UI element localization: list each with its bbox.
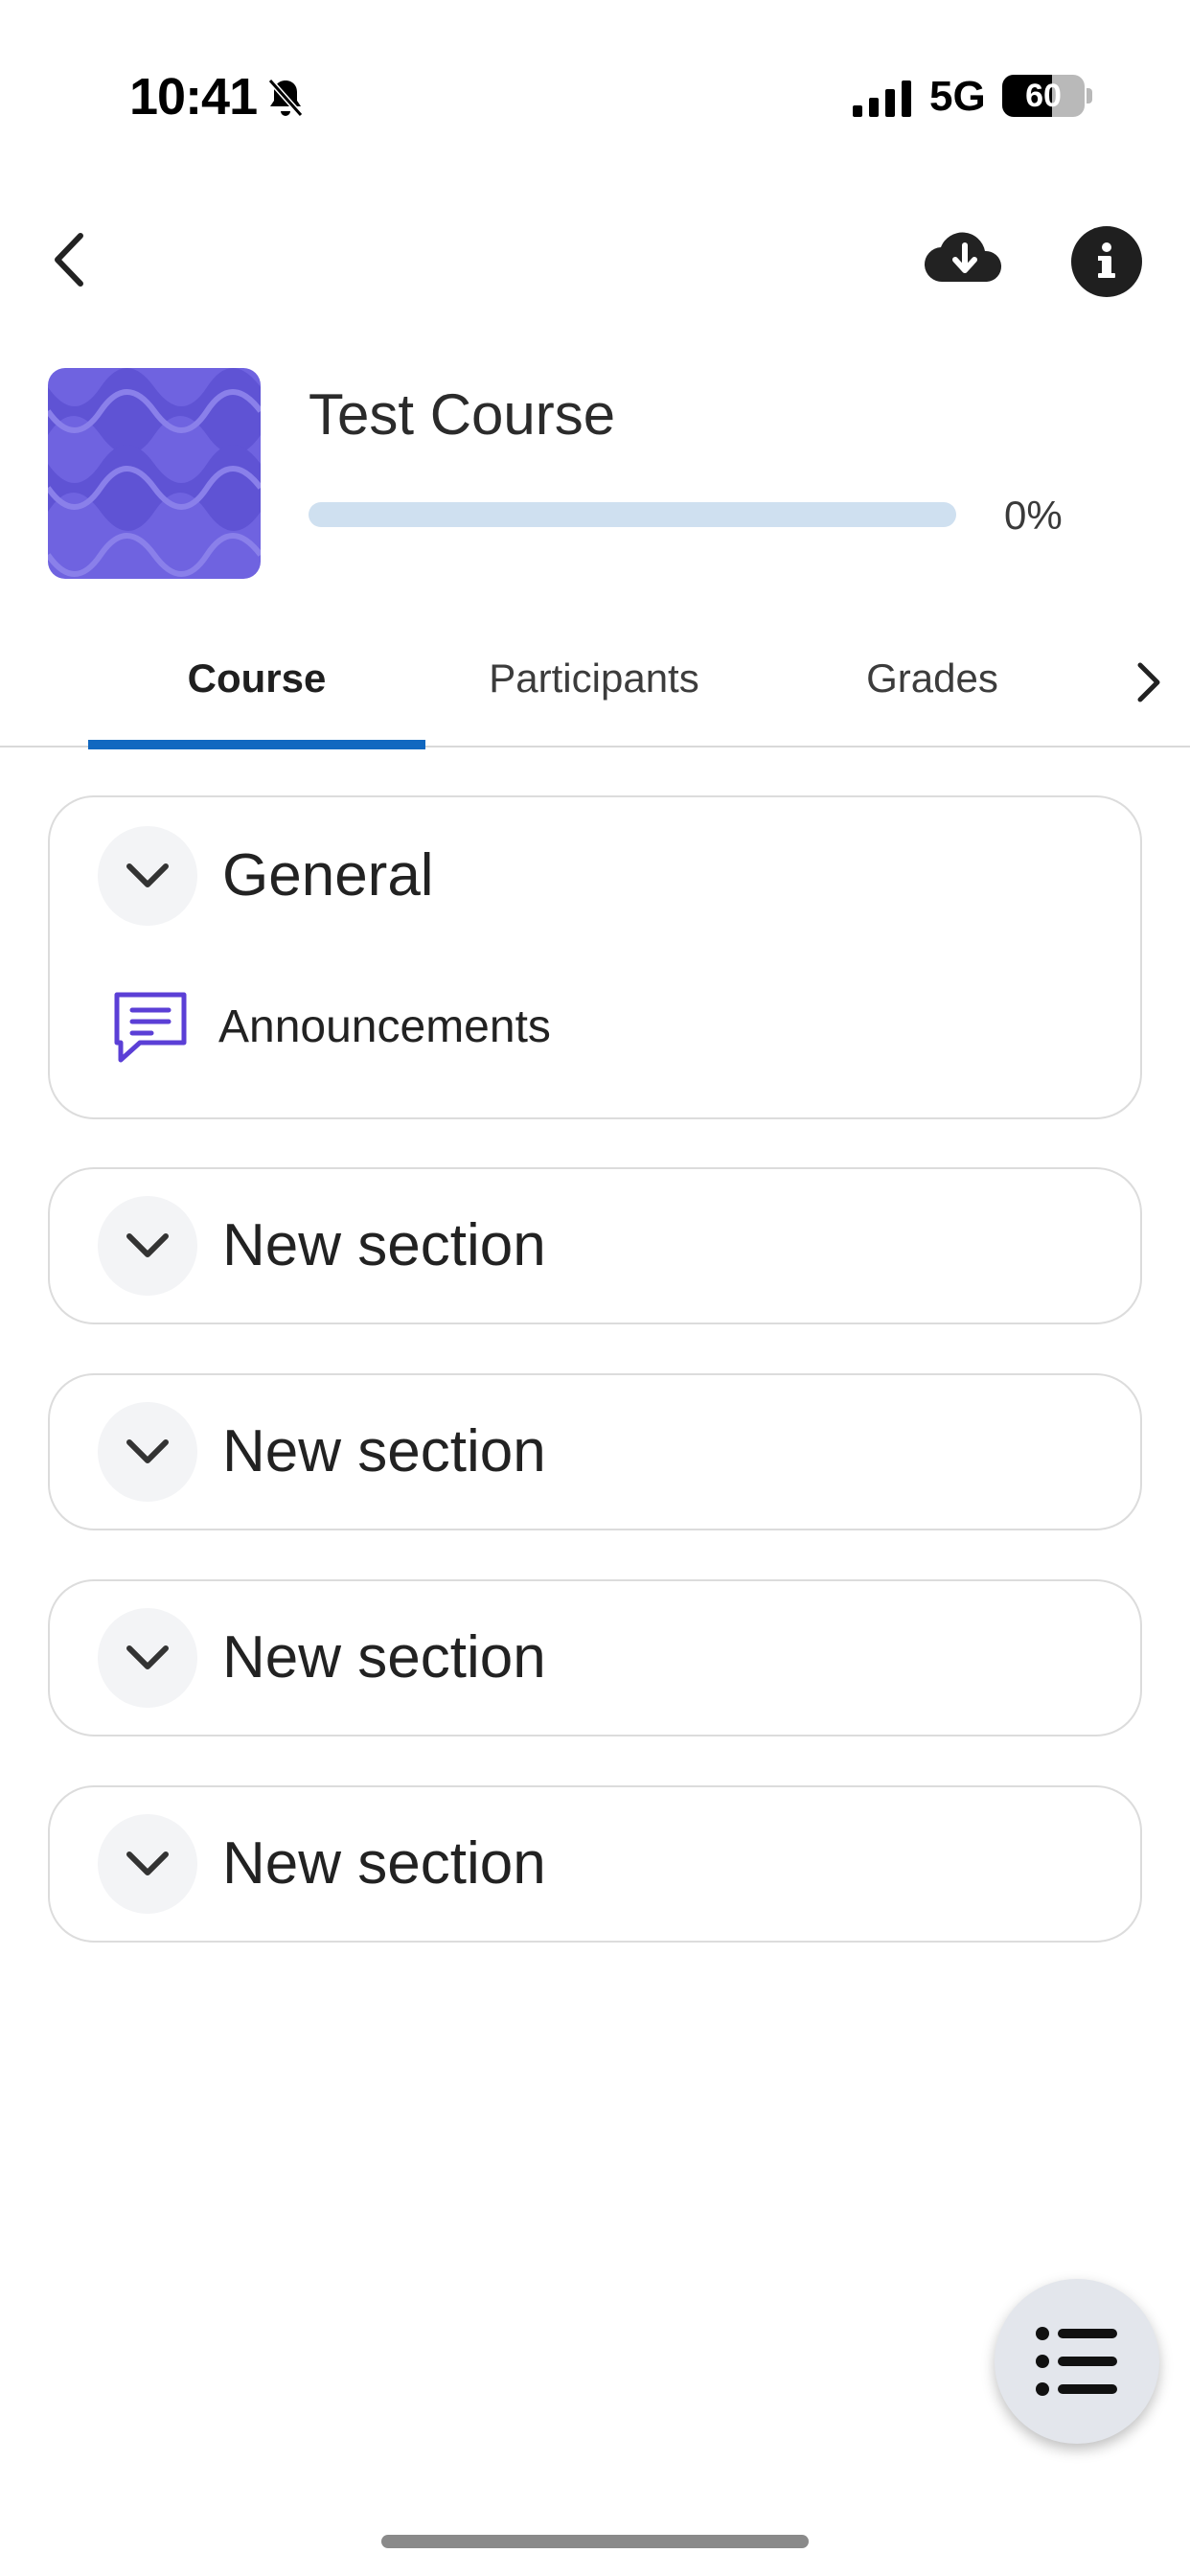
battery-cap xyxy=(1087,88,1092,104)
section-title: New section xyxy=(222,1624,546,1690)
chevron-down-icon xyxy=(126,1645,169,1669)
tab-participants[interactable]: Participants xyxy=(450,642,738,748)
chevron-down-icon xyxy=(126,1233,169,1257)
tab-course[interactable]: Course xyxy=(88,642,425,749)
chevron-down-icon xyxy=(126,1439,169,1463)
course-page: 10:41 5G 60 Test Course 0% Course Partic… xyxy=(0,0,1190,2576)
back-button[interactable] xyxy=(38,226,105,293)
tabs-next-button[interactable] xyxy=(1121,656,1175,709)
home-indicator[interactable] xyxy=(381,2535,809,2548)
bell-slash-icon xyxy=(267,79,304,117)
section-title: New section xyxy=(222,1418,546,1484)
chevron-right-icon xyxy=(1137,662,1160,702)
battery-icon: 60 xyxy=(1002,75,1085,117)
tab-label: Grades xyxy=(866,656,998,701)
section-card: New section xyxy=(48,1373,1142,1530)
status-bar: 10:41 5G 60 xyxy=(0,0,1190,192)
section-title: New section xyxy=(222,1212,546,1278)
chevron-left-icon xyxy=(55,233,83,287)
chevron-down-icon xyxy=(126,1852,169,1875)
course-title: Test Course xyxy=(309,382,616,447)
cellular-signal-icon xyxy=(853,80,911,117)
course-index-button[interactable] xyxy=(995,2279,1159,2444)
section-card: General Announcements xyxy=(48,795,1142,1119)
course-progress-text: 0% xyxy=(1004,493,1063,538)
section-toggle-button[interactable] xyxy=(98,1608,197,1708)
tab-grades[interactable]: Grades xyxy=(824,642,1041,748)
tab-label: Participants xyxy=(489,656,699,701)
status-time: 10:41 xyxy=(129,68,258,126)
section-card: New section xyxy=(48,1579,1142,1736)
course-progress-bar xyxy=(309,502,956,527)
course-info-button[interactable] xyxy=(1071,226,1142,297)
tab-label: Course xyxy=(187,656,327,701)
activity-label: Announcements xyxy=(218,1001,551,1052)
network-label: 5G xyxy=(929,73,986,120)
course-tabs: Course Participants Grades xyxy=(0,613,1190,749)
section-toggle-button[interactable] xyxy=(98,826,197,926)
active-tab-indicator xyxy=(88,740,425,749)
battery-percent: 60 xyxy=(1025,78,1062,114)
section-title: General xyxy=(222,842,434,908)
forum-icon xyxy=(114,992,187,1063)
download-course-button[interactable] xyxy=(922,224,1008,291)
section-toggle-button[interactable] xyxy=(98,1196,197,1296)
course-image xyxy=(48,368,261,579)
section-title: New section xyxy=(222,1830,546,1897)
cloud-download-icon xyxy=(924,232,1002,283)
chevron-down-icon xyxy=(126,863,169,887)
section-toggle-button[interactable] xyxy=(98,1402,197,1502)
section-card: New section xyxy=(48,1785,1142,1943)
section-card: New section xyxy=(48,1167,1142,1324)
course-index-list-icon xyxy=(1036,2327,1117,2396)
info-icon xyxy=(1098,242,1115,278)
section-toggle-button[interactable] xyxy=(98,1814,197,1914)
